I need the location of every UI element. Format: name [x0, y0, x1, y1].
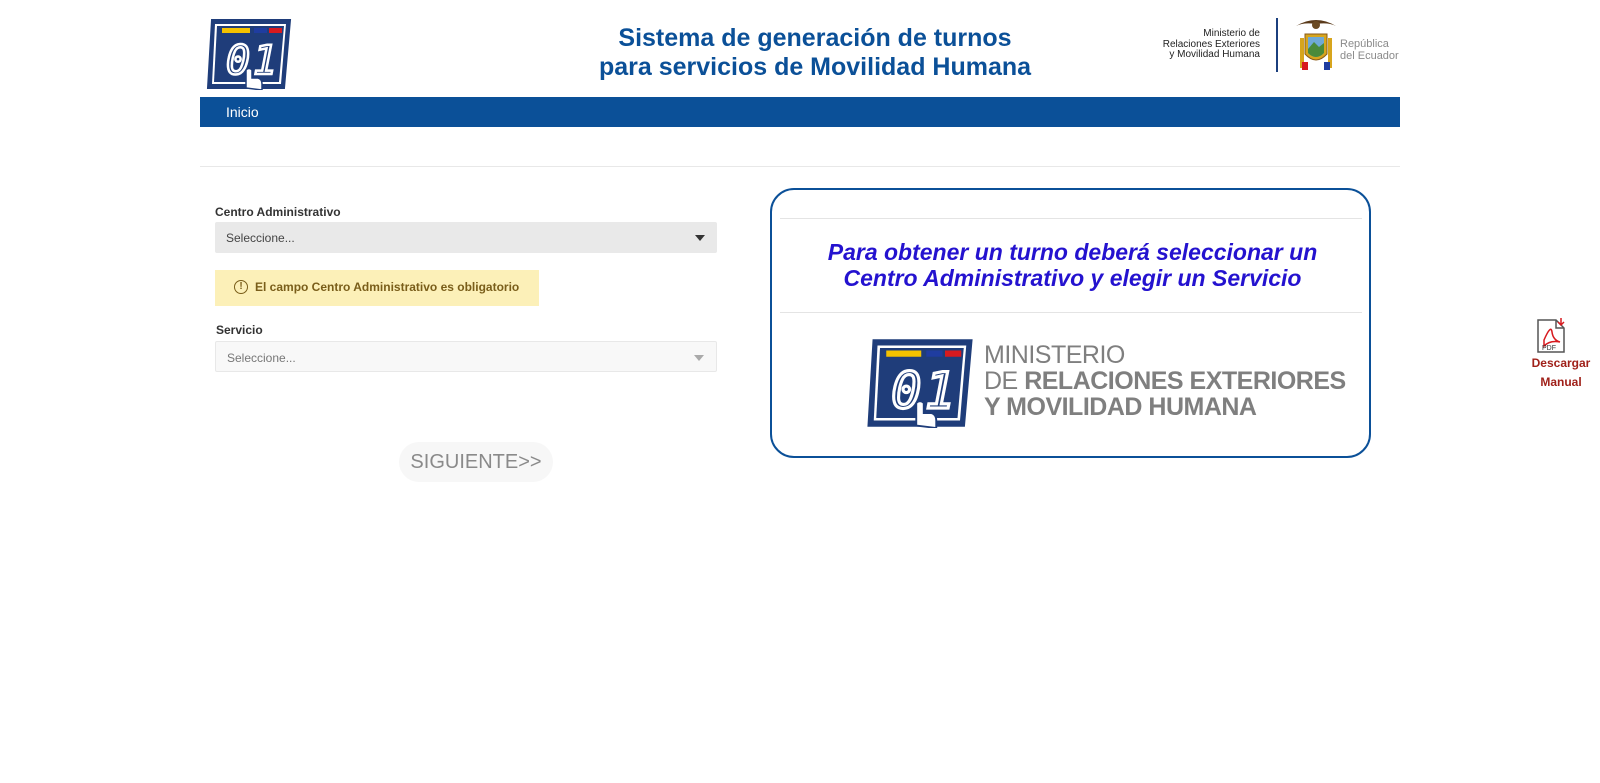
svg-text:1: 1	[925, 362, 955, 420]
info-divider-bottom	[780, 312, 1362, 313]
title-line1: Sistema de generación de turnos	[618, 24, 1012, 52]
validation-alert: ! El campo Centro Administrativo es obli…	[215, 270, 539, 306]
ministry-line3: y Movilidad Humana	[1169, 49, 1260, 60]
info-divider-top	[780, 218, 1362, 219]
turnos-logo: 0 1	[206, 19, 292, 90]
pdf-icon-text: PDF	[1542, 345, 1556, 352]
alert-text: El campo Centro Administrativo es obliga…	[255, 280, 520, 294]
next-button[interactable]: SIGUIENTE>>	[399, 442, 553, 482]
header: 0 1 Sistema de generación de turnos para…	[200, 0, 1400, 97]
coat-of-arms-icon	[1296, 20, 1336, 70]
header-divider	[1276, 18, 1278, 72]
centro-select-value: Seleccione...	[226, 231, 295, 245]
info-ministry-line2: DE RELACIONES EXTERIORES	[984, 368, 1346, 394]
nav-home-link[interactable]: Inicio	[226, 104, 259, 120]
info-line2: Centro Administrativo y elegir un Servic…	[843, 265, 1302, 291]
republica-line2: del Ecuador	[1340, 50, 1399, 62]
svg-text:1: 1	[253, 38, 277, 84]
info-ministry-line3: Y MOVILIDAD HUMANA	[984, 393, 1257, 421]
republica-text: República del Ecuador	[1340, 38, 1399, 62]
caret-down-icon	[695, 235, 705, 241]
servicio-label: Servicio	[216, 323, 263, 337]
ministry-line1: Ministerio de	[1203, 28, 1260, 39]
download-manual-link[interactable]: Descargar Manual	[1528, 354, 1594, 392]
info-message: Para obtener un turno deberá seleccionar…	[792, 239, 1353, 291]
navbar: Inicio	[200, 97, 1400, 127]
caret-down-icon	[694, 355, 704, 361]
info-ministry-name: MINISTERIO DE RELACIONES EXTERIORES Y MO…	[984, 342, 1346, 420]
pdf-icon[interactable]: PDF	[1536, 318, 1566, 354]
ministry-name: Ministerio de Relaciones Exteriores y Mo…	[1112, 28, 1260, 61]
turnos-logo-large: 0 1	[867, 339, 973, 428]
centro-select[interactable]: Seleccione...	[215, 222, 717, 253]
page-title: Sistema de generación de turnos para ser…	[585, 24, 1045, 82]
info-line1: Para obtener un turno deberá seleccionar…	[827, 239, 1318, 265]
info-ministry-bold: RELACIONES EXTERIORES	[1024, 367, 1346, 395]
download-line2: Manual	[1540, 375, 1582, 389]
info-ministry-prefix: DE	[984, 367, 1025, 395]
servicio-select[interactable]: Seleccione...	[215, 341, 717, 372]
warning-icon: !	[234, 280, 248, 294]
page-container: 0 1 Sistema de generación de turnos para…	[200, 0, 1400, 482]
info-ministry-line1: MINISTERIO	[984, 341, 1125, 369]
info-panel: Para obtener un turno deberá seleccionar…	[770, 188, 1371, 458]
title-line2: para servicios de Movilidad Humana	[598, 53, 1032, 81]
divider	[200, 166, 1400, 167]
republica-line1: República	[1340, 38, 1389, 50]
download-line1: Descargar	[1531, 356, 1591, 370]
centro-label: Centro Administrativo	[215, 205, 341, 219]
servicio-select-value: Seleccione...	[227, 351, 296, 365]
